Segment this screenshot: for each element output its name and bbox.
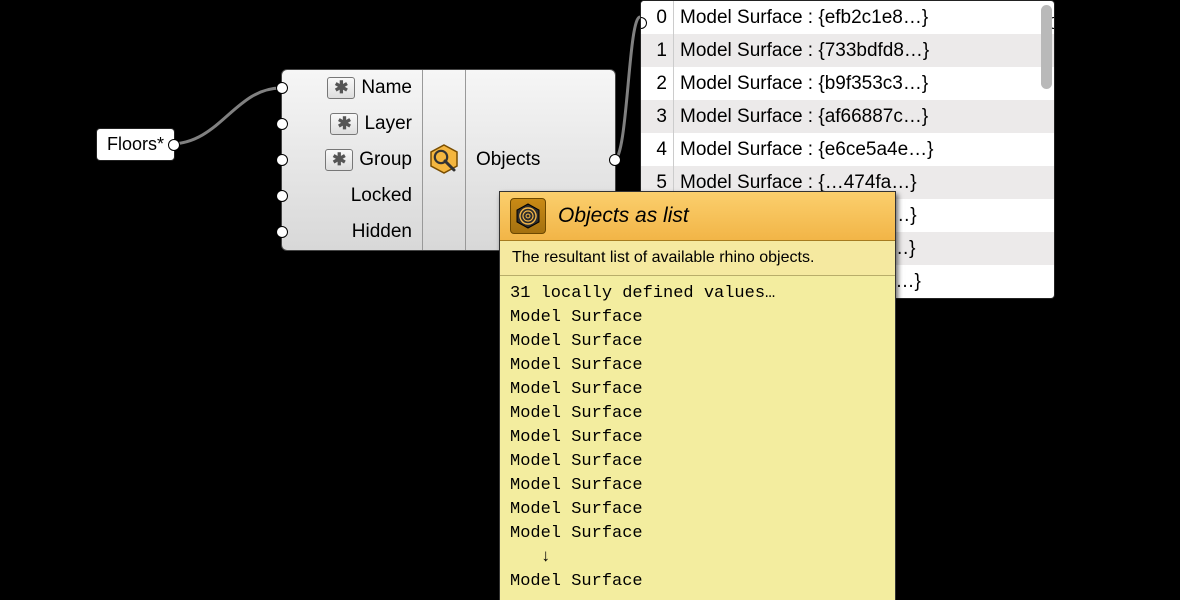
tooltip-body: 31 locally defined values… Model Surface… xyxy=(500,276,895,600)
list-index: 2 xyxy=(641,67,673,100)
input-row-layer[interactable]: ✱ Layer xyxy=(282,106,422,142)
input-label: Layer xyxy=(364,113,416,135)
input-row-hidden[interactable]: Hidden xyxy=(282,214,422,250)
wildcard-icon[interactable]: ✱ xyxy=(327,77,355,99)
list-item[interactable]: Model Surface : {e6ce5a4e…} xyxy=(674,133,1054,166)
list-item[interactable]: Model Surface : {b9f353c3…} xyxy=(674,67,1054,100)
input-port-icon[interactable] xyxy=(276,154,288,166)
tooltip-popup: Objects as list The resultant list of av… xyxy=(499,191,896,600)
text-panel-value: Floors* xyxy=(107,134,164,154)
tooltip-description: The resultant list of available rhino ob… xyxy=(500,241,895,276)
list-index: 0 xyxy=(641,1,673,34)
tooltip-icon xyxy=(510,198,546,234)
input-port-icon[interactable] xyxy=(276,226,288,238)
list-index: 1 xyxy=(641,34,673,67)
wildcard-icon[interactable]: ✱ xyxy=(330,113,358,135)
component-inputs: ✱ Name ✱ Layer ✱ Group Locked Hidden xyxy=(282,70,423,250)
output-port-icon[interactable] xyxy=(609,154,621,166)
input-label: Group xyxy=(359,149,416,171)
component-icon-area xyxy=(423,70,466,250)
input-port-icon[interactable] xyxy=(276,82,288,94)
input-row-group[interactable]: ✱ Group xyxy=(282,142,422,178)
text-panel[interactable]: Floors* xyxy=(96,128,175,161)
list-item[interactable]: Model Surface : {af66887c…} xyxy=(674,100,1054,133)
output-label: Objects xyxy=(476,149,540,171)
list-index: 4 xyxy=(641,133,673,166)
scrollbar-thumb[interactable] xyxy=(1041,5,1052,89)
query-objects-icon xyxy=(427,143,461,177)
list-index: 3 xyxy=(641,100,673,133)
input-label: Hidden xyxy=(352,221,416,243)
tooltip-title: Objects as list xyxy=(558,204,689,228)
list-item[interactable]: Model Surface : {733bdfd8…} xyxy=(674,34,1054,67)
output-row-objects[interactable]: Objects xyxy=(466,142,615,178)
list-item[interactable]: Model Surface : {efb2c1e8…} xyxy=(674,1,1054,34)
output-port-icon[interactable] xyxy=(168,139,180,151)
input-port-icon[interactable] xyxy=(276,190,288,202)
wildcard-icon[interactable]: ✱ xyxy=(325,149,353,171)
input-port-icon[interactable] xyxy=(276,118,288,130)
input-row-locked[interactable]: Locked xyxy=(282,178,422,214)
input-row-name[interactable]: ✱ Name xyxy=(282,70,422,106)
input-label: Locked xyxy=(351,185,416,207)
input-label: Name xyxy=(361,77,416,99)
tooltip-header: Objects as list xyxy=(500,192,895,241)
